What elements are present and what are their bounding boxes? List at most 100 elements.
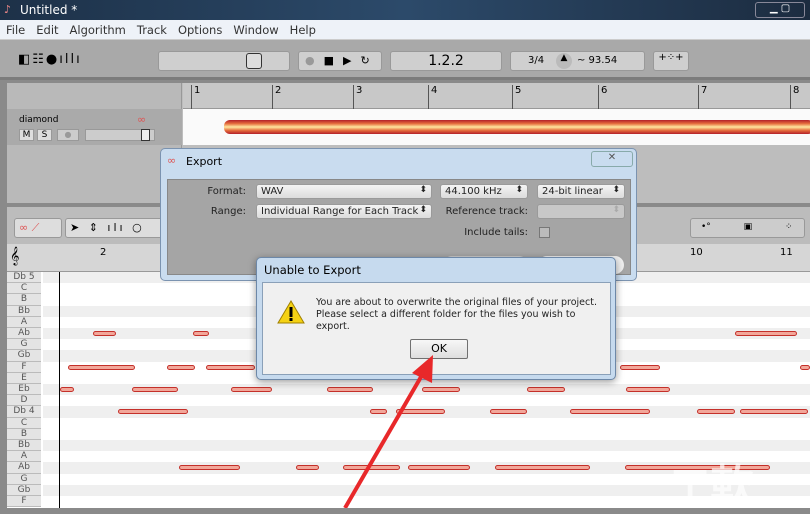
pitch-label[interactable]: G: [7, 473, 41, 485]
warning-icon: [277, 300, 305, 324]
menu-file[interactable]: File: [0, 20, 30, 37]
pitch-label[interactable]: A: [7, 451, 41, 463]
pitch-label[interactable]: Bb: [7, 440, 41, 452]
track-name: diamond: [19, 115, 59, 125]
view-toggle[interactable]: •° ▣ ⁘: [690, 218, 805, 238]
note-blob[interactable]: [697, 409, 735, 415]
bar-label: 5: [512, 85, 521, 109]
pitch-label[interactable]: C: [7, 283, 41, 295]
track-lane[interactable]: [183, 109, 810, 145]
pitch-label[interactable]: B: [7, 428, 41, 440]
pitch-label[interactable]: Db 4: [7, 406, 41, 418]
bar-label: 7: [698, 85, 707, 109]
note-blob[interactable]: [296, 465, 319, 471]
note-blob[interactable]: [193, 331, 209, 336]
pitch-label[interactable]: G: [7, 339, 41, 351]
note-blob[interactable]: [132, 387, 178, 392]
slider-handle[interactable]: [246, 53, 262, 69]
window-title: Untitled *: [20, 3, 78, 17]
note-blob[interactable]: [206, 364, 255, 370]
note-blob[interactable]: [179, 465, 240, 471]
metronome-icon[interactable]: ▲: [556, 53, 572, 69]
pitch-label[interactable]: Gb: [7, 350, 41, 362]
tempo-value[interactable]: ~ 93.54: [577, 55, 617, 66]
play-icon[interactable]: ▶: [343, 54, 360, 67]
pitch-label[interactable]: Ab: [7, 462, 41, 474]
volume-slider[interactable]: [158, 51, 290, 71]
bar-label: 6: [598, 85, 607, 109]
pitch-label[interactable]: F: [7, 361, 41, 373]
reference-track-label: Reference track:: [445, 206, 528, 217]
range-select[interactable]: Individual Range for Each Track ⬍: [256, 204, 432, 219]
note-blob[interactable]: [231, 387, 272, 392]
toolbar: ◧☷●ıllı ●■▶↻ 1.2.2 3/4 ▲ ~ 93.54 +⁘+: [0, 40, 810, 80]
stop-icon[interactable]: ■: [324, 54, 343, 67]
note-blob[interactable]: [118, 409, 188, 415]
bar-label: 3: [353, 85, 362, 109]
menu-bar: File Edit Algorithm Track Options Window Help: [0, 20, 810, 40]
alert-message-line2: Please select a different folder for the…: [316, 309, 576, 332]
alert-message-line1: You are about to overwrite the original …: [316, 297, 597, 308]
pitch-label[interactable]: Db 5: [7, 272, 41, 284]
position-display: 1.2.2: [390, 51, 502, 71]
pitch-label[interactable]: A: [7, 316, 41, 328]
close-icon[interactable]: ✕: [591, 151, 633, 167]
tempo-display[interactable]: 3/4 ▲ ~ 93.54: [510, 51, 645, 71]
transport-buttons[interactable]: ●■▶↻: [298, 51, 382, 71]
pitch-label[interactable]: Ab: [7, 328, 41, 340]
timeline-ruler[interactable]: 1 2 3 4 5 6 7 8: [183, 83, 810, 109]
pitch-label[interactable]: Eb: [7, 384, 41, 396]
bar-label: 2: [272, 85, 281, 109]
mute-button[interactable]: M: [19, 129, 34, 141]
note-blob[interactable]: [495, 465, 590, 471]
format-select[interactable]: WAV ⬍: [256, 184, 432, 199]
watermark: ⊤軟: [670, 461, 755, 512]
time-signature[interactable]: 3/4: [528, 55, 544, 66]
menu-algorithm[interactable]: Algorithm: [64, 20, 131, 37]
include-tails-checkbox[interactable]: [539, 227, 550, 238]
view-mode-icons[interactable]: ◧☷●ıllı: [18, 52, 82, 67]
note-blob[interactable]: [735, 331, 797, 336]
note-blob[interactable]: [626, 387, 670, 392]
menu-track[interactable]: Track: [131, 20, 172, 37]
menu-help[interactable]: Help: [284, 20, 321, 37]
pitch-label[interactable]: Bb: [7, 305, 41, 317]
menu-options[interactable]: Options: [172, 20, 227, 37]
record-arm-button[interactable]: ●: [57, 129, 79, 141]
note-blob[interactable]: [490, 409, 527, 415]
pitch-label[interactable]: E: [7, 372, 41, 384]
loop-icon[interactable]: ↻: [360, 54, 378, 67]
pitch-label[interactable]: C: [7, 417, 41, 429]
record-icon[interactable]: ●: [305, 54, 324, 67]
note-blob[interactable]: [740, 409, 808, 415]
window-controls[interactable]: ▁ ▢: [755, 2, 805, 18]
note-blob[interactable]: [800, 364, 810, 370]
note-blob[interactable]: [167, 364, 195, 370]
track-header: diamond ∞ M S ●: [7, 83, 182, 203]
pitch-label[interactable]: B: [7, 294, 41, 306]
bar-label: 1: [191, 85, 200, 109]
solo-button[interactable]: S: [37, 129, 52, 141]
bit-depth-select[interactable]: 24-bit linear ⬍: [537, 184, 625, 199]
note-blob[interactable]: [93, 331, 116, 336]
menu-edit[interactable]: Edit: [30, 20, 63, 37]
editor-mode-buttons[interactable]: ∞ ⟋: [14, 218, 62, 238]
include-tails-label: Include tails:: [464, 227, 528, 238]
pitch-label[interactable]: D: [7, 395, 41, 407]
track-volume-slider[interactable]: [85, 129, 155, 141]
menu-window[interactable]: Window: [227, 20, 283, 37]
annotation-arrow: [343, 355, 433, 508]
note-blob[interactable]: [68, 364, 135, 370]
tool-buttons[interactable]: ➤ ⇕ ılı ○: [65, 218, 165, 238]
note-blob[interactable]: [527, 387, 565, 392]
sample-rate-select[interactable]: 44.100 kHz ⬍: [440, 184, 528, 199]
sync-button[interactable]: +⁘+: [653, 51, 689, 71]
note-blob[interactable]: [60, 387, 74, 392]
treble-clef-icon[interactable]: 𝄞: [10, 246, 19, 266]
note-blob[interactable]: [620, 364, 660, 370]
pitch-label[interactable]: Gb: [7, 484, 41, 496]
reference-track-select[interactable]: ⬍: [537, 204, 625, 219]
pitch-label[interactable]: F: [7, 496, 41, 508]
note-blob[interactable]: [570, 409, 650, 415]
melody-icon[interactable]: ∞: [137, 113, 146, 126]
